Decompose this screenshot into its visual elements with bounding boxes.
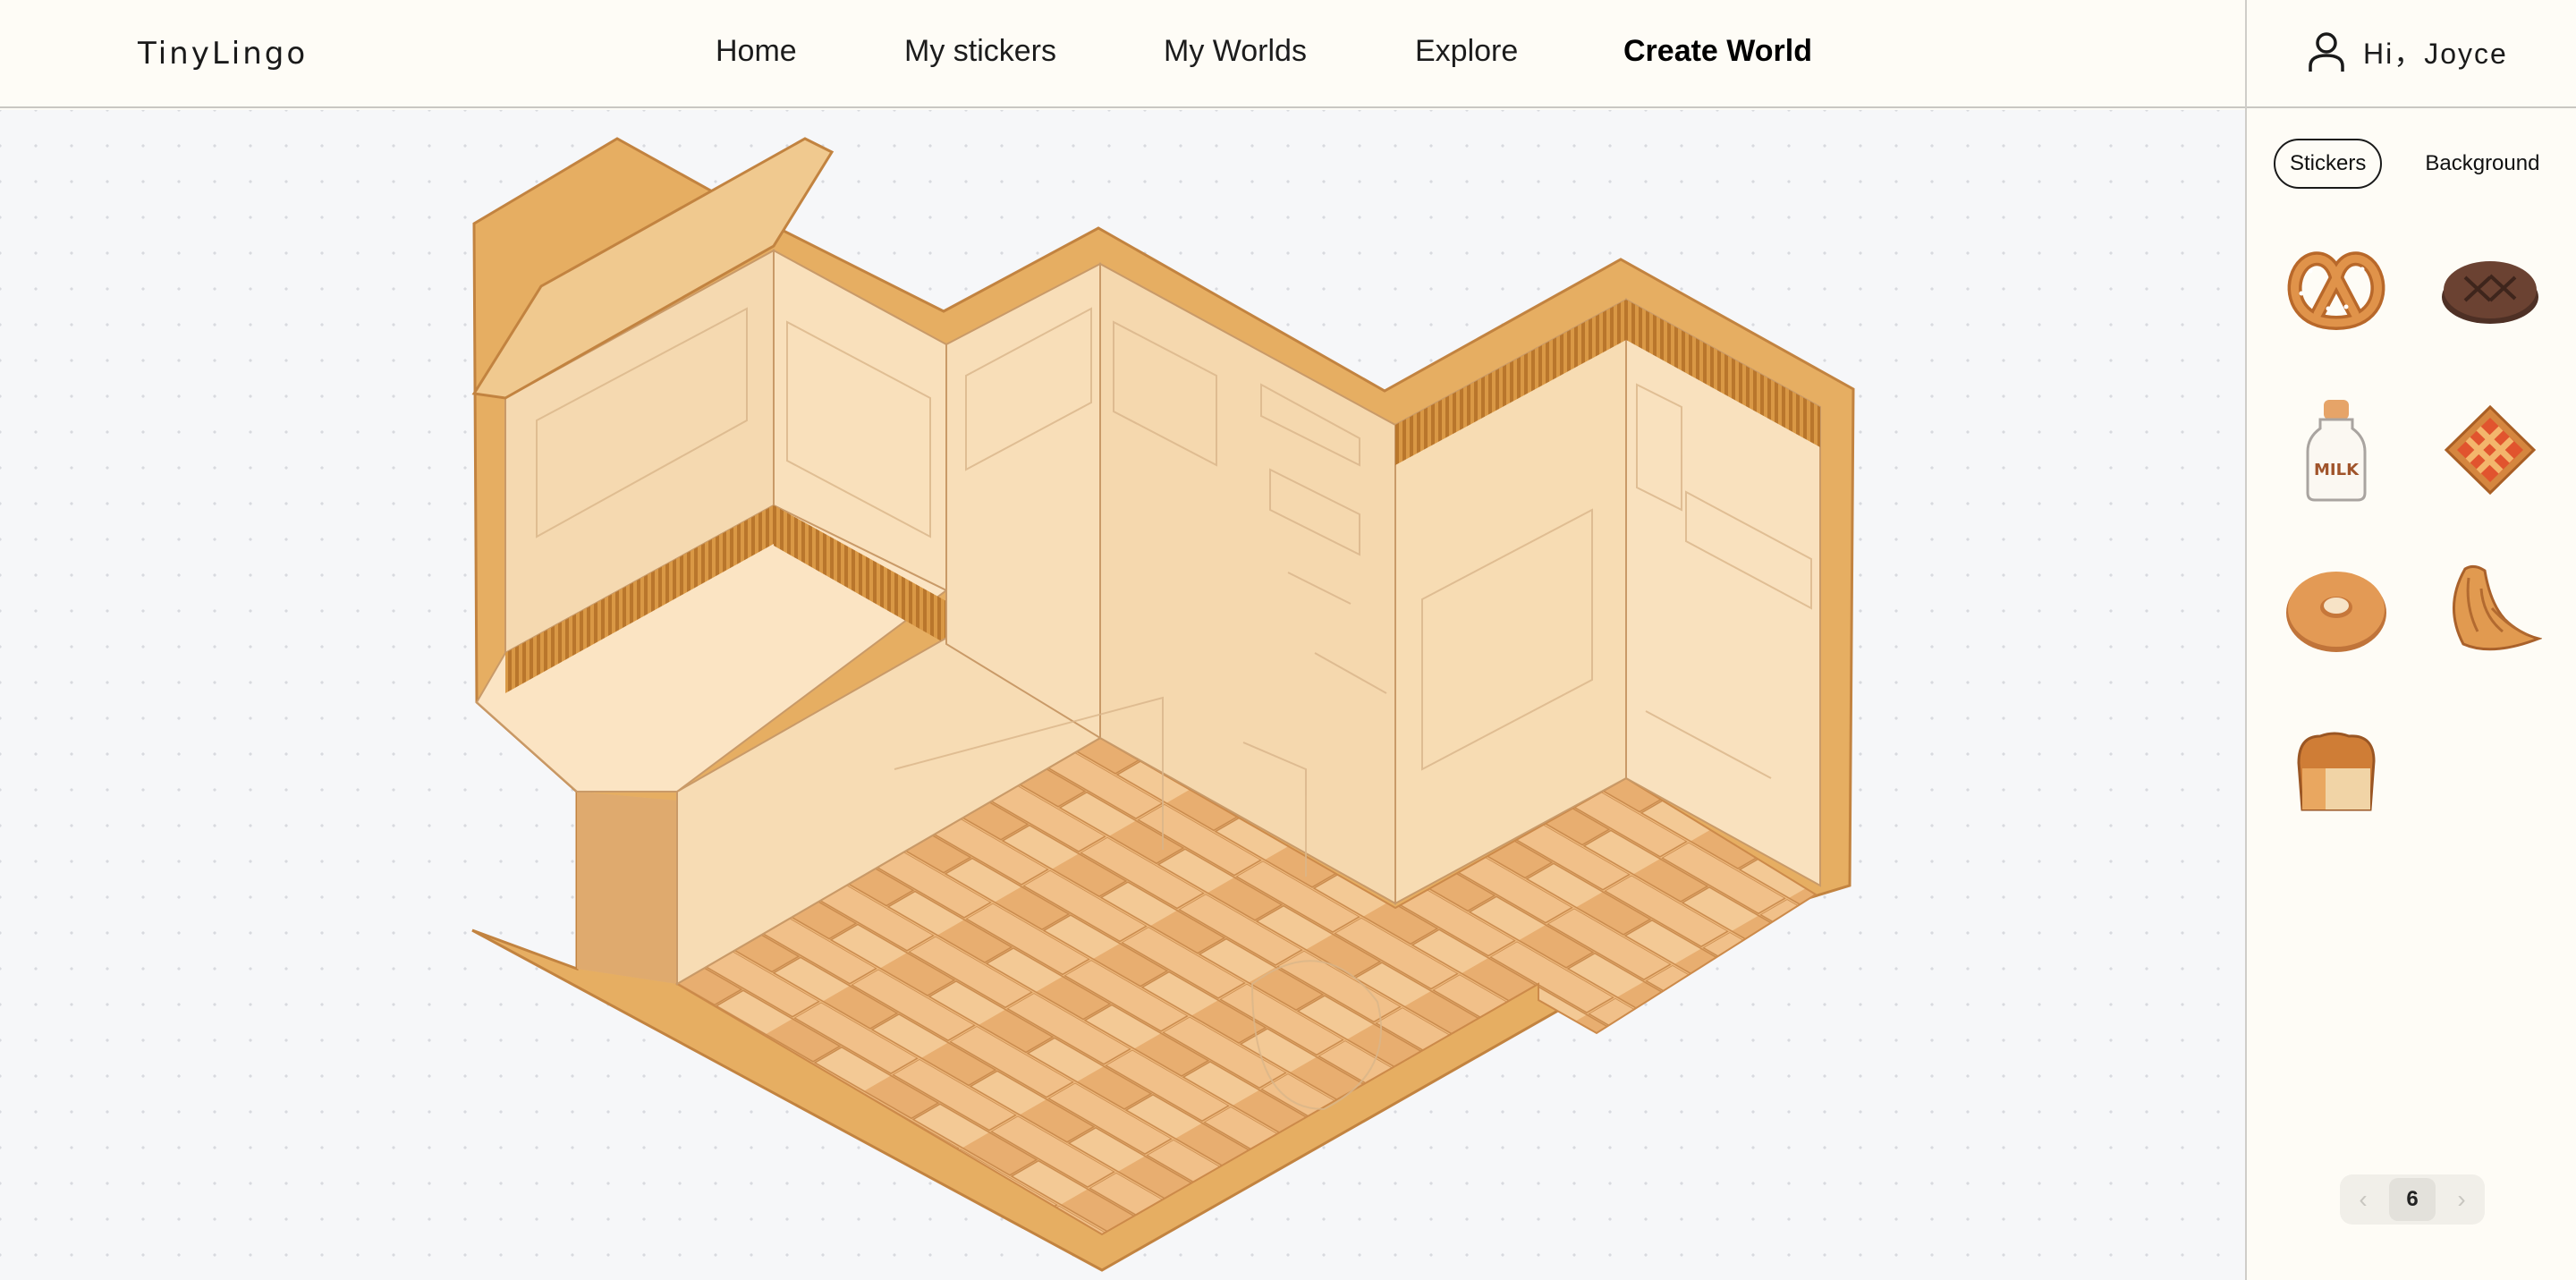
- sidebar-tabs: Stickers Background: [2274, 139, 2555, 189]
- croissant-icon: [2453, 564, 2542, 651]
- dark-bread-icon: [2442, 261, 2538, 324]
- sticker-milk-bottle[interactable]: MILK: [2283, 396, 2390, 504]
- nav-home[interactable]: Home: [716, 34, 797, 69]
- user-greeting: Hi，Joyce: [2363, 38, 2508, 70]
- prev-page-button[interactable]: ‹: [2349, 1185, 2377, 1214]
- tab-stickers[interactable]: Stickers: [2274, 139, 2383, 189]
- bread-loaf-icon: [2297, 732, 2376, 811]
- sticker-pagination: ‹ 6 ›: [2340, 1174, 2485, 1225]
- current-page: 6: [2389, 1178, 2436, 1221]
- top-navigation-bar: TinyLingo Home My stickers My Worlds Exp…: [0, 0, 2576, 108]
- user-menu[interactable]: Hi，Joyce: [2306, 30, 2508, 73]
- lattice-pie-icon: [2444, 404, 2537, 496]
- sticker-dark-bread-loaf[interactable]: [2436, 235, 2544, 343]
- sticker-bagel[interactable]: [2283, 557, 2390, 665]
- nav-my-worlds[interactable]: My Worlds: [1164, 34, 1307, 69]
- sticker-bread-loaf[interactable]: [2283, 718, 2390, 826]
- user-icon: [2309, 32, 2344, 72]
- sticker-croissant[interactable]: [2436, 557, 2544, 665]
- sticker-lattice-pie[interactable]: [2436, 396, 2544, 504]
- milk-bottle-icon: MILK: [2306, 400, 2367, 502]
- app-logo[interactable]: TinyLingo: [138, 36, 308, 72]
- tab-background[interactable]: Background: [2409, 139, 2555, 189]
- sticker-sidebar: Stickers Background MILK ‹ 6 ›: [2247, 110, 2576, 1280]
- pretzel-icon: [2287, 251, 2385, 331]
- milk-label: MILK: [2314, 461, 2360, 479]
- next-page-button[interactable]: ›: [2447, 1185, 2476, 1214]
- nav-create-world[interactable]: Create World: [1623, 34, 1812, 69]
- nav-my-stickers[interactable]: My stickers: [904, 34, 1056, 69]
- sticker-pretzel[interactable]: [2283, 235, 2390, 343]
- isometric-room[interactable]: [0, 110, 2245, 1280]
- world-canvas[interactable]: [0, 110, 2245, 1280]
- nav-explore[interactable]: Explore: [1415, 34, 1518, 69]
- bagel-icon: [2286, 572, 2386, 652]
